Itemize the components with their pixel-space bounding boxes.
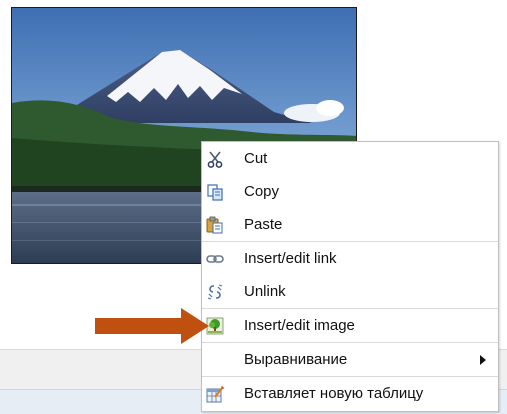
- menu-item-label: Выравнивание: [244, 351, 348, 368]
- pointer-arrow-icon: [95, 308, 209, 344]
- submenu-arrow-icon: [480, 355, 486, 365]
- menu-item-label: Paste: [244, 216, 283, 233]
- menu-item-alignment[interactable]: Выравнивание: [202, 343, 498, 376]
- copy-icon: [206, 183, 224, 201]
- menu-item-insert-image[interactable]: Insert/edit image: [202, 309, 498, 342]
- menu-item-cut[interactable]: Cut: [202, 142, 498, 175]
- menu-item-label: Copy: [244, 183, 280, 200]
- menu-item-insert-link[interactable]: Insert/edit link: [202, 242, 498, 275]
- table-icon: [206, 385, 224, 403]
- menu-item-copy[interactable]: Copy: [202, 175, 498, 208]
- scissors-icon: [206, 150, 224, 168]
- menu-item-paste[interactable]: Paste: [202, 208, 498, 241]
- menu-item-label: Вставляет новую таблицу: [244, 385, 424, 402]
- link-icon: [206, 250, 224, 268]
- paste-icon: [206, 216, 224, 234]
- menu-item-label: Cut: [244, 150, 268, 167]
- menu-item-label: Insert/edit image: [244, 317, 355, 334]
- context-menu: Cut Copy Paste Insert/edit link Unlink I…: [201, 141, 499, 412]
- unlink-icon: [206, 283, 224, 301]
- menu-item-unlink[interactable]: Unlink: [202, 275, 498, 308]
- menu-item-insert-table[interactable]: Вставляет новую таблицу: [202, 377, 498, 410]
- menu-item-label: Insert/edit link: [244, 250, 337, 267]
- menu-item-label: Unlink: [244, 283, 286, 300]
